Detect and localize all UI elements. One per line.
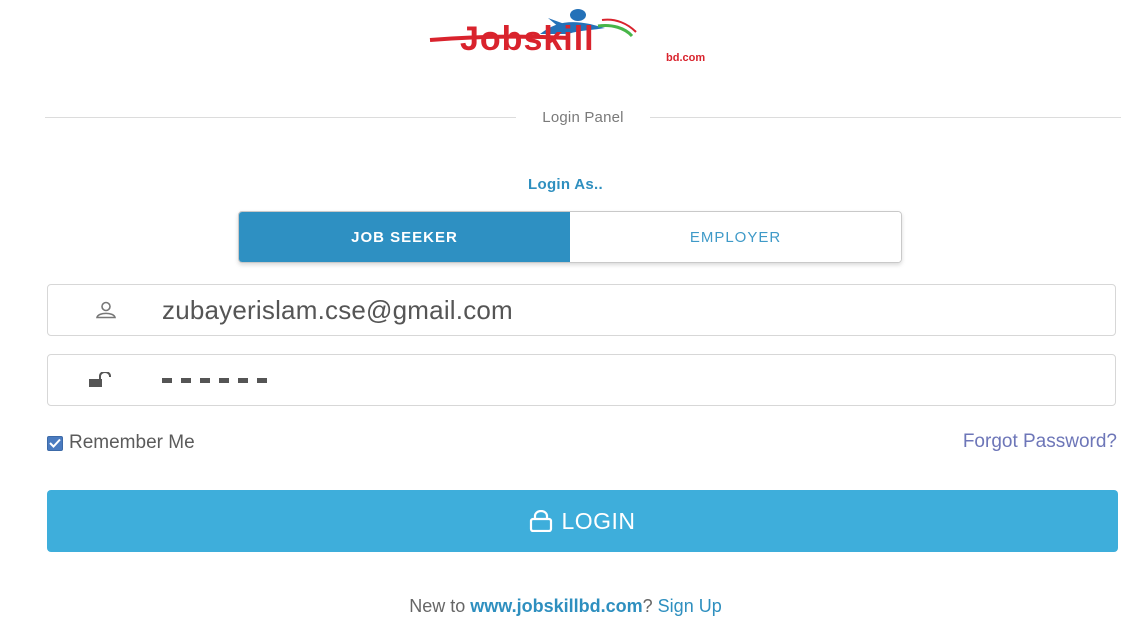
divider-line-left xyxy=(45,116,517,118)
panel-divider: Login Panel xyxy=(45,107,1121,127)
remember-me[interactable]: Remember Me xyxy=(47,432,195,454)
password-field[interactable] xyxy=(47,354,1116,406)
signup-separator: ? xyxy=(642,596,658,616)
login-page: Jobskill bd.com Login Panel Login As.. J… xyxy=(0,0,1131,622)
email-field[interactable]: zubayerislam.cse@gmail.com xyxy=(47,284,1116,336)
remember-label: Remember Me xyxy=(69,432,195,453)
login-button[interactable]: LOGIN xyxy=(47,490,1118,552)
signup-line: New to www.jobskillbd.com? Sign Up xyxy=(0,596,1131,617)
divider-line-right xyxy=(649,116,1121,118)
logo-subtext: bd.com xyxy=(666,52,705,64)
email-value: zubayerislam.cse@gmail.com xyxy=(162,294,513,325)
signup-prefix: New to xyxy=(409,596,471,616)
lock-icon xyxy=(529,510,553,532)
sign-up-link[interactable]: Sign Up xyxy=(658,596,722,616)
remember-checkbox[interactable] xyxy=(47,435,63,451)
jobskill-logo[interactable]: Jobskill bd.com xyxy=(420,6,730,64)
panel-title: Login Panel xyxy=(542,108,624,126)
check-icon xyxy=(49,438,61,448)
logo-wordmark: Jobskill xyxy=(460,20,595,58)
password-mask xyxy=(162,377,267,383)
role-toggle: JOB SEEKER EMPLOYER xyxy=(238,211,902,263)
site-link[interactable]: www.jobskillbd.com xyxy=(470,596,642,616)
employer-tab[interactable]: EMPLOYER xyxy=(570,212,901,262)
user-icon xyxy=(48,301,158,319)
unlock-icon xyxy=(48,372,148,388)
forgot-password-link[interactable]: Forgot Password? xyxy=(963,431,1117,453)
login-button-label: LOGIN xyxy=(561,507,636,534)
login-as-label: Login As.. xyxy=(528,176,603,193)
job-seeker-tab[interactable]: JOB SEEKER xyxy=(239,212,570,262)
